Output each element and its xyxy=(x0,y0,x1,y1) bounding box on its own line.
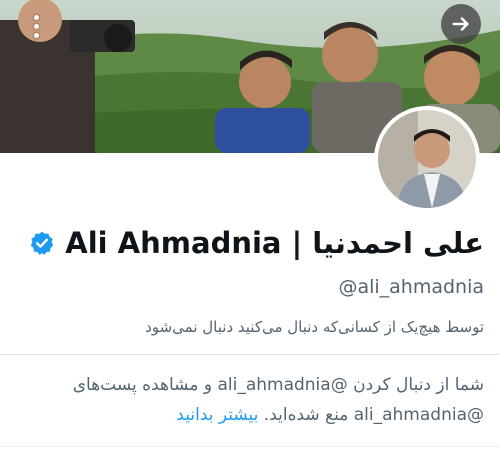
profile-handle: @ali_ahmadnia xyxy=(338,276,484,298)
arrow-right-icon xyxy=(452,17,469,31)
dot xyxy=(33,14,39,20)
followed-by-text: توسط هیچ‌یک از کسانی‌که دنبال می‌کنید دن… xyxy=(145,318,484,336)
verified-badge-icon xyxy=(30,231,54,255)
divider xyxy=(0,354,500,355)
profile-name-row: Ali Ahmadnia | علی احمدنیا xyxy=(29,226,484,260)
blocked-notice: شما از دنبال کردن @ali_ahmadnia و مشاهده… xyxy=(14,370,484,430)
forward-button[interactable] xyxy=(441,4,481,44)
display-name: Ali Ahmadnia | علی احمدنیا xyxy=(65,226,484,260)
dot xyxy=(33,32,39,38)
dot xyxy=(33,23,39,29)
avatar-image xyxy=(378,110,476,208)
more-options-button[interactable] xyxy=(22,8,50,44)
learn-more-link[interactable]: بیشتر بدانید xyxy=(176,405,258,425)
divider xyxy=(0,446,500,447)
avatar[interactable] xyxy=(374,106,480,212)
blocked-notice-text: شما از دنبال کردن @ali_ahmadnia و مشاهده… xyxy=(72,375,484,425)
